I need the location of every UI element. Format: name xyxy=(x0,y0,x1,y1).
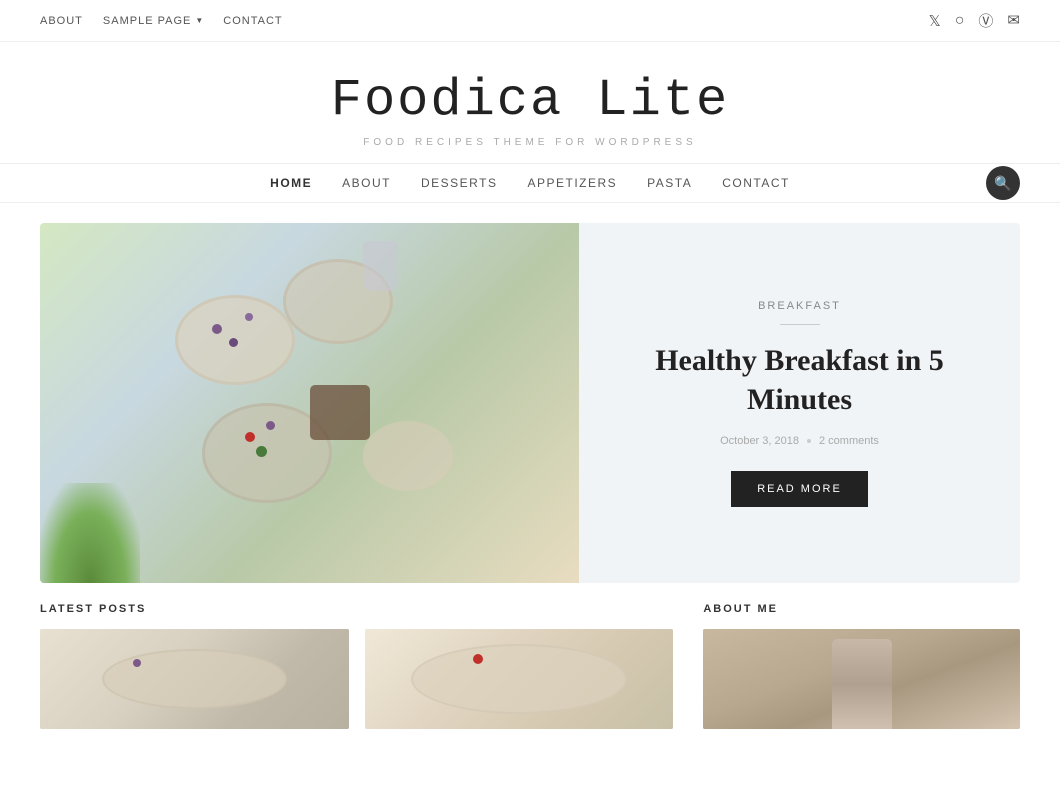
top-nav-about[interactable]: ABOUT xyxy=(40,15,83,27)
nav-home[interactable]: HOME xyxy=(270,176,312,190)
read-more-button[interactable]: READ MORE xyxy=(731,471,868,507)
main-nav: HOME ABOUT DESSERTS APPETIZERS PASTA CON… xyxy=(0,163,1060,203)
top-nav-contact[interactable]: CONTACT xyxy=(223,15,282,27)
cup xyxy=(310,385,370,440)
jug xyxy=(363,241,398,291)
bottom-section: LATEST POSTS ABOUT M xyxy=(40,603,1020,729)
site-header: Foodica Lite FOOD RECIPES THEME FOR WORD… xyxy=(0,42,1060,163)
hero-title: Healthy Breakfast in 5 Minutes xyxy=(619,341,980,419)
latest-posts-title: LATEST POSTS xyxy=(40,603,673,615)
top-nav: ABOUT SAMPLE PAGE ▼ CONTACT xyxy=(40,15,283,27)
card-berry xyxy=(133,659,141,667)
about-me-title: ABOUT ME xyxy=(703,603,1020,615)
top-nav-sample[interactable]: SAMPLE PAGE xyxy=(103,15,191,27)
hero-divider xyxy=(780,324,820,325)
kiwi-1 xyxy=(256,446,267,457)
berry-3 xyxy=(229,338,238,347)
sample-page-wrapper: SAMPLE PAGE ▼ xyxy=(103,15,203,27)
nav-pasta[interactable]: PASTA xyxy=(647,176,692,190)
social-icons:  𝕏 ○ Ⓥ ✉ xyxy=(903,10,1020,31)
pinterest-icon[interactable]: Ⓥ xyxy=(978,10,993,31)
site-tagline: FOOD RECIPES THEME FOR WORDPRESS xyxy=(20,137,1040,148)
top-bar: ABOUT SAMPLE PAGE ▼ CONTACT  𝕏 ○ Ⓥ ✉ xyxy=(0,0,1060,42)
post-card-1[interactable] xyxy=(40,629,349,729)
plant xyxy=(40,483,140,583)
card-plate xyxy=(102,649,287,709)
card-plate-2 xyxy=(411,644,627,714)
hero-comments: 2 comments xyxy=(819,435,879,447)
chevron-down-icon: ▼ xyxy=(195,16,203,25)
meta-dot xyxy=(807,439,811,443)
strawberry-1 xyxy=(245,432,255,442)
search-button[interactable]: 🔍 xyxy=(986,166,1020,200)
email-icon[interactable]: ✉ xyxy=(1007,11,1020,30)
hero-date: October 3, 2018 xyxy=(720,435,799,447)
nav-about[interactable]: ABOUT xyxy=(342,176,391,190)
posts-grid xyxy=(40,629,673,729)
about-me-section: ABOUT ME xyxy=(703,603,1020,729)
latest-posts: LATEST POSTS xyxy=(40,603,673,729)
instagram-icon[interactable]: ○ xyxy=(955,12,965,30)
post-thumb-2 xyxy=(365,629,674,729)
nav-desserts[interactable]: DESSERTS xyxy=(421,176,497,190)
twitter-icon[interactable]: 𝕏 xyxy=(929,12,941,30)
hero-content: Breakfast Healthy Breakfast in 5 Minutes… xyxy=(579,270,1020,537)
card-fruit xyxy=(473,654,483,664)
post-thumb-1 xyxy=(40,629,349,729)
search-icon: 🔍 xyxy=(994,175,1011,192)
berry-2 xyxy=(245,313,253,321)
nav-appetizers[interactable]: APPETIZERS xyxy=(527,176,617,190)
hero-category: Breakfast xyxy=(619,300,980,312)
bowl-1 xyxy=(363,421,453,491)
nav-contact[interactable]: CONTACT xyxy=(722,176,790,190)
site-title: Foodica Lite xyxy=(20,72,1040,129)
post-card-2[interactable] xyxy=(365,629,674,729)
person-silhouette xyxy=(832,639,892,729)
facebook-icon[interactable]:  xyxy=(903,12,915,29)
about-thumb xyxy=(703,629,1020,729)
hero-image xyxy=(40,223,579,583)
hero-meta: October 3, 2018 2 comments xyxy=(619,435,980,447)
hero-section: Breakfast Healthy Breakfast in 5 Minutes… xyxy=(40,223,1020,583)
